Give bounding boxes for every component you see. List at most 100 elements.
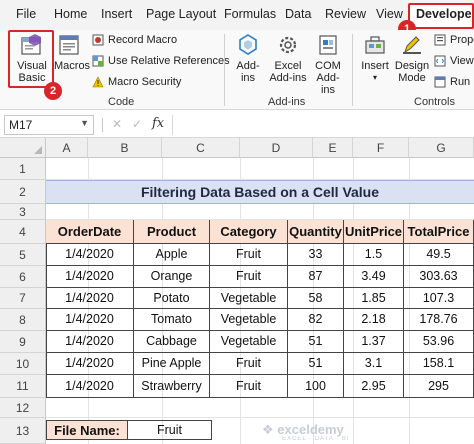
com-addins-button[interactable]: COM Add-ins	[310, 32, 346, 96]
table-cell-totalprice[interactable]: 53.96	[404, 331, 474, 353]
enter-icon[interactable]: ✓	[132, 117, 142, 131]
table-header-category[interactable]: Category	[210, 220, 288, 244]
row-header-1[interactable]: 1	[0, 158, 46, 180]
table-header-totalprice[interactable]: TotalPrice	[404, 220, 474, 244]
table-cell-quantity[interactable]: 33	[288, 244, 344, 266]
formula-input[interactable]	[172, 115, 474, 135]
table-cell-category[interactable]: Vegetable	[210, 331, 288, 353]
tab-formulas[interactable]: Formulas	[224, 7, 276, 21]
table-cell-unitprice[interactable]: 1.85	[344, 288, 404, 309]
row-header-5[interactable]: 5	[0, 244, 46, 266]
tab-view[interactable]: View	[376, 7, 403, 21]
table-cell-unitprice[interactable]: 1.5	[344, 244, 404, 266]
table-cell-product[interactable]: Cabbage	[134, 331, 210, 353]
macros-icon	[59, 35, 79, 55]
table-cell-orderdate[interactable]: 1/4/2020	[46, 288, 134, 309]
table-cell-category[interactable]: Fruit	[210, 375, 288, 398]
tab-file[interactable]: File	[16, 7, 36, 21]
table-cell-totalprice[interactable]: 107.3	[404, 288, 474, 309]
table-cell-category[interactable]: Fruit	[210, 244, 288, 266]
row-header-2[interactable]: 2	[0, 180, 46, 204]
column-header-a[interactable]: A	[46, 138, 88, 158]
row-header-10[interactable]: 10	[0, 353, 46, 375]
table-cell-totalprice[interactable]: 49.5	[404, 244, 474, 266]
table-cell-product[interactable]: Strawberry	[134, 375, 210, 398]
table-cell-product[interactable]: Tomato	[134, 309, 210, 331]
row-header-4[interactable]: 4	[0, 220, 46, 244]
table-cell-quantity[interactable]: 82	[288, 309, 344, 331]
insert-function-icon[interactable]: fx	[152, 116, 164, 131]
record-macro-button[interactable]: Record Macro	[92, 34, 177, 46]
tab-insert[interactable]: Insert	[101, 7, 132, 21]
tab-home[interactable]: Home	[54, 7, 87, 21]
table-cell-product[interactable]: Pine Apple	[134, 353, 210, 375]
table-cell-unitprice[interactable]: 3.49	[344, 266, 404, 288]
run-dialog-button[interactable]: Run D	[434, 76, 474, 88]
table-cell-orderdate[interactable]: 1/4/2020	[46, 353, 134, 375]
table-cell-orderdate[interactable]: 1/4/2020	[46, 266, 134, 288]
table-header-orderdate[interactable]: OrderDate	[46, 220, 134, 244]
row-header-9[interactable]: 9	[0, 331, 46, 353]
column-header-b[interactable]: B	[88, 138, 162, 158]
table-cell-quantity[interactable]: 51	[288, 331, 344, 353]
view-code-button[interactable]: View	[434, 55, 474, 67]
column-header-c[interactable]: C	[162, 138, 240, 158]
row-header-6[interactable]: 6	[0, 266, 46, 288]
table-header-product[interactable]: Product	[134, 220, 210, 244]
macro-security-button[interactable]: Macro Security	[92, 76, 181, 88]
table-cell-totalprice[interactable]: 303.63	[404, 266, 474, 288]
table-cell-category[interactable]: Fruit	[210, 266, 288, 288]
table-cell-quantity[interactable]: 58	[288, 288, 344, 309]
table-header-quantity[interactable]: Quantity	[288, 220, 344, 244]
use-relative-references-button[interactable]: Use Relative References	[92, 55, 230, 67]
table-cell-orderdate[interactable]: 1/4/2020	[46, 375, 134, 398]
row-header-13[interactable]: 13	[0, 418, 46, 444]
table-cell-quantity[interactable]: 100	[288, 375, 344, 398]
table-header-unitprice[interactable]: UnitPrice	[344, 220, 404, 244]
table-cell-unitprice[interactable]: 1.37	[344, 331, 404, 353]
cancel-icon[interactable]: ✕	[112, 117, 122, 131]
row-header-12[interactable]: 12	[0, 398, 46, 418]
file-name-value[interactable]: Fruit	[128, 420, 212, 440]
table-cell-unitprice[interactable]: 3.1	[344, 353, 404, 375]
macros-button[interactable]: Macros	[54, 32, 90, 72]
row-header-8[interactable]: 8	[0, 309, 46, 331]
table-cell-product[interactable]: Apple	[134, 244, 210, 266]
table-cell-orderdate[interactable]: 1/4/2020	[46, 244, 134, 266]
tab-data[interactable]: Data	[285, 7, 311, 21]
table-cell-category[interactable]: Vegetable	[210, 309, 288, 331]
row-header-3[interactable]: 3	[0, 204, 46, 220]
table-cell-unitprice[interactable]: 2.18	[344, 309, 404, 331]
column-header-d[interactable]: D	[240, 138, 313, 158]
table-cell-product[interactable]: Potato	[134, 288, 210, 309]
tab-review[interactable]: Review	[325, 7, 366, 21]
column-header-e[interactable]: E	[313, 138, 353, 158]
insert-control-button[interactable]: Insert ▾	[358, 32, 392, 84]
tab-page-layout[interactable]: Page Layout	[146, 7, 216, 21]
table-cell-totalprice[interactable]: 158.1	[404, 353, 474, 375]
table-cell-product[interactable]: Orange	[134, 266, 210, 288]
design-mode-button[interactable]: Design Mode	[394, 32, 430, 84]
record-macro-icon	[92, 34, 104, 46]
column-header-g[interactable]: G	[409, 138, 474, 158]
table-cell-orderdate[interactable]: 1/4/2020	[46, 331, 134, 353]
column-header-f[interactable]: F	[353, 138, 409, 158]
addins-button[interactable]: Add-ins	[230, 32, 266, 84]
table-cell-unitprice[interactable]: 2.95	[344, 375, 404, 398]
name-box[interactable]: M17 ▼	[4, 115, 94, 135]
table-cell-category[interactable]: Fruit	[210, 353, 288, 375]
gear-icon	[279, 36, 297, 54]
properties-button[interactable]: Prope	[434, 34, 474, 46]
row-header-7[interactable]: 7	[0, 288, 46, 309]
table-cell-orderdate[interactable]: 1/4/2020	[46, 309, 134, 331]
sheet-title[interactable]: Filtering Data Based on a Cell Value	[46, 180, 474, 204]
row-header-11[interactable]: 11	[0, 375, 46, 398]
table-cell-totalprice[interactable]: 295	[404, 375, 474, 398]
table-cell-quantity[interactable]: 87	[288, 266, 344, 288]
excel-addins-button[interactable]: Excel Add-ins	[268, 32, 308, 84]
table-cell-totalprice[interactable]: 178.76	[404, 309, 474, 331]
file-name-label[interactable]: File Name:	[46, 420, 128, 440]
select-all-corner[interactable]	[0, 138, 46, 158]
table-cell-quantity[interactable]: 51	[288, 353, 344, 375]
table-cell-category[interactable]: Vegetable	[210, 288, 288, 309]
